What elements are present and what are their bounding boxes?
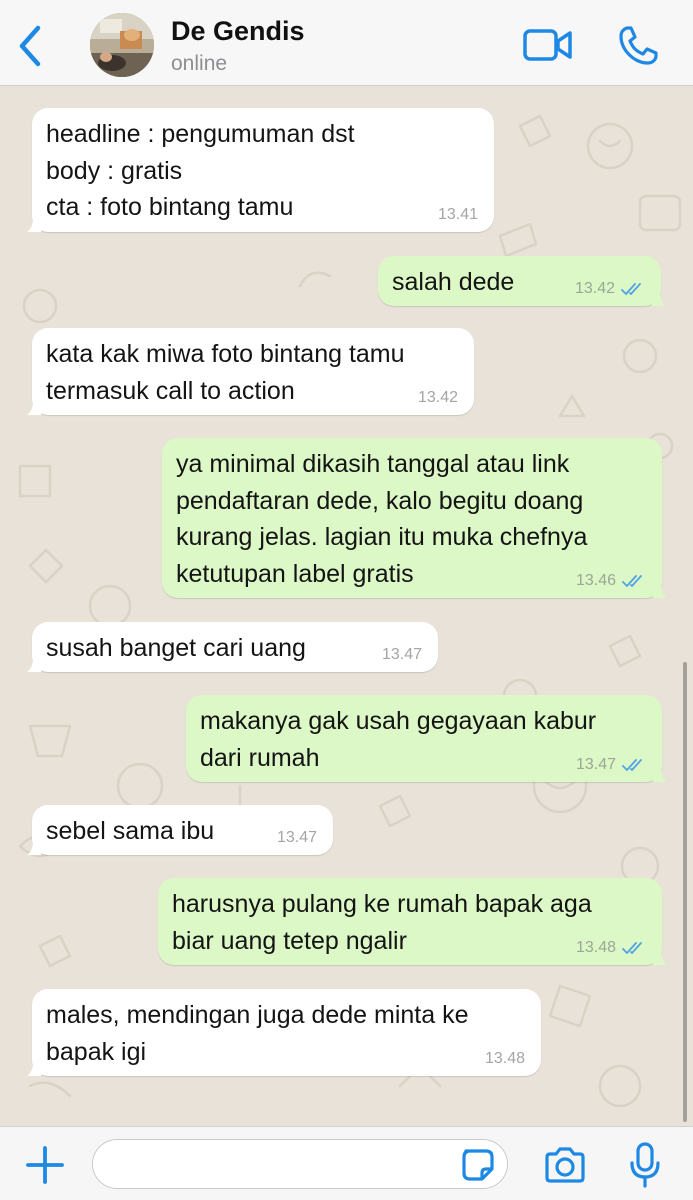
message-meta: 13.41 xyxy=(438,205,478,225)
message-time: 13.48 xyxy=(575,939,616,956)
bubble-tail xyxy=(653,764,667,782)
outgoing-message[interactable]: ya minimal dikasih tanggal atau link pen… xyxy=(162,438,667,598)
incoming-message[interactable]: kata kak miwa foto bintang tamu termasuk… xyxy=(27,328,474,415)
message-meta: 13.42 xyxy=(575,279,645,299)
incoming-message[interactable]: sebel sama ibu 13.47 xyxy=(27,805,333,855)
video-camera-icon xyxy=(523,29,572,61)
outgoing-message[interactable]: makanya gak usah gegayaan kabur dari rum… xyxy=(186,695,667,782)
bubble-tail xyxy=(27,214,41,232)
incoming-message[interactable]: headline : pengumuman dst body : gratis … xyxy=(27,108,494,232)
bubble-tail xyxy=(652,288,666,306)
incoming-message[interactable]: males, mendingan juga dede minta ke bapa… xyxy=(27,989,541,1076)
message-time: 13.41 xyxy=(437,206,478,223)
message-text: males, mendingan juga dede minta ke bapa… xyxy=(46,1001,469,1066)
message-meta: 13.46 xyxy=(576,571,646,591)
message-meta: 13.47 xyxy=(576,755,646,775)
sticker-icon xyxy=(462,1149,494,1181)
plus-icon xyxy=(26,1146,64,1184)
message-time: 13.47 xyxy=(575,756,616,773)
incoming-message[interactable]: susah banget cari uang 13.47 xyxy=(27,622,438,672)
phone-icon xyxy=(619,26,658,65)
contact-status: online xyxy=(171,52,228,75)
message-time: 13.42 xyxy=(417,389,458,406)
contact-name[interactable]: De Gendis xyxy=(171,16,305,47)
read-receipt-icon xyxy=(622,575,642,587)
voice-call-button[interactable] xyxy=(616,24,660,68)
contact-avatar[interactable] xyxy=(90,13,154,77)
message-text: kata kak miwa foto bintang tamu termasuk… xyxy=(46,340,405,405)
read-receipt-icon xyxy=(622,759,642,771)
message-time: 13.47 xyxy=(381,646,422,663)
bubble-tail xyxy=(27,654,41,672)
camera-icon xyxy=(545,1147,585,1183)
chat-scrollbar[interactable] xyxy=(683,662,687,1122)
message-text: headline : pengumuman dst body : gratis … xyxy=(46,120,355,221)
read-receipt-icon xyxy=(622,942,642,954)
bubble-tail xyxy=(27,837,41,855)
outgoing-message[interactable]: salah dede 13.42 xyxy=(378,256,666,306)
message-input[interactable] xyxy=(92,1139,508,1189)
microphone-button[interactable] xyxy=(628,1141,662,1189)
camera-button[interactable] xyxy=(543,1146,587,1184)
message-time: 13.47 xyxy=(276,829,317,846)
bubble-tail xyxy=(653,580,667,598)
message-meta: 13.42 xyxy=(418,388,458,408)
message-time: 13.46 xyxy=(575,572,616,589)
attach-button[interactable] xyxy=(24,1144,66,1186)
message-time: 13.48 xyxy=(484,1050,525,1067)
microphone-icon xyxy=(630,1142,660,1188)
bubble-tail xyxy=(27,397,41,415)
read-receipt-icon xyxy=(621,283,641,295)
back-button[interactable] xyxy=(10,20,50,72)
video-call-button[interactable] xyxy=(522,26,574,64)
bubble-tail xyxy=(27,1058,41,1076)
message-meta: 13.47 xyxy=(277,828,317,848)
chat-messages-area[interactable]: headline : pengumuman dst body : gratis … xyxy=(0,86,693,1126)
outgoing-message[interactable]: harusnya pulang ke rumah bapak aga biar … xyxy=(158,878,667,965)
bubble-tail xyxy=(653,947,667,965)
message-input-bar xyxy=(0,1126,693,1200)
chat-header: De Gendis online xyxy=(0,0,693,86)
chat-wallpaper xyxy=(18,114,682,1108)
message-meta: 13.48 xyxy=(485,1049,525,1069)
message-text: susah banget cari uang xyxy=(46,634,306,662)
message-meta: 13.48 xyxy=(576,938,646,958)
chevron-left-icon xyxy=(19,25,41,67)
sticker-button[interactable] xyxy=(460,1147,496,1183)
message-time: 13.42 xyxy=(574,280,615,297)
message-meta: 13.47 xyxy=(382,645,422,665)
